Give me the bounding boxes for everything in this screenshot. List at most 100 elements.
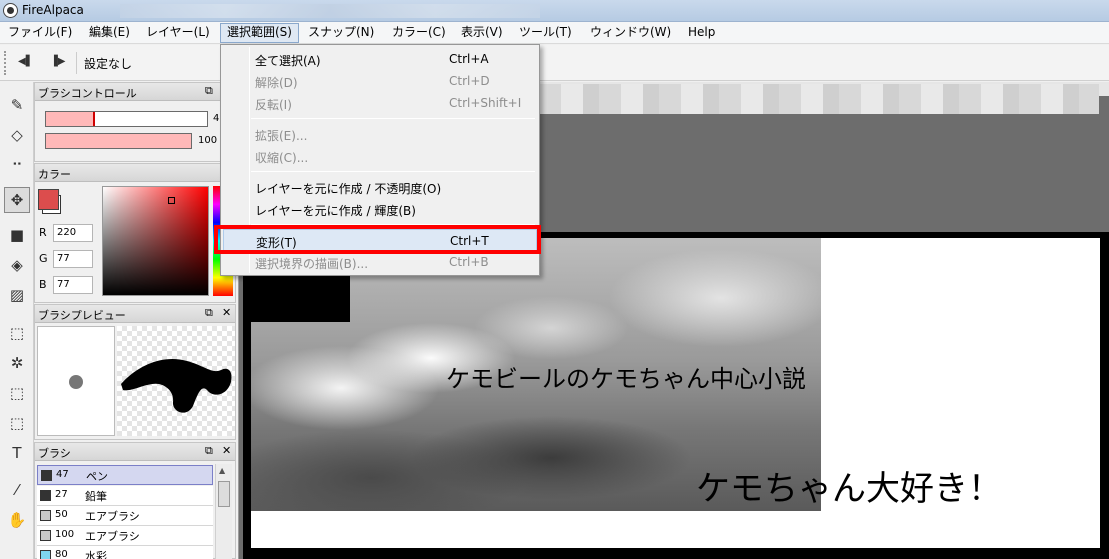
brush-opacity-slider[interactable] (45, 133, 192, 149)
app-title: FireAlpaca (22, 3, 84, 17)
r-label: R (39, 226, 47, 239)
eraser-icon[interactable]: ◇ (4, 122, 30, 148)
menu-view[interactable]: 表示(V) (455, 23, 509, 43)
fill-rect-icon[interactable]: ■ (4, 222, 30, 248)
brush-tip-preview (37, 326, 115, 436)
menu-edit[interactable]: 編集(E) (83, 23, 136, 43)
brush-item-watercolor[interactable]: 80 水彩 (37, 546, 213, 559)
menu-item-label: 解除(D) (255, 76, 298, 90)
pen-icon[interactable]: ✎ (4, 92, 30, 118)
panel-header: ブラシコントロール ⧉ (35, 83, 235, 101)
dot-icon[interactable]: ⠒ (4, 152, 30, 178)
tool-strip: ✎ ◇ ⠒ ✥ ■ ◈ ▨ ⬚ ✲ ⬚ ⬚ T ⁄ ✋ (0, 82, 34, 559)
magic-wand-icon[interactable]: ✲ (4, 350, 30, 376)
brush-item-pen[interactable]: 47 ペン (37, 465, 213, 485)
r-input[interactable]: 220 (53, 224, 93, 242)
brush-name: 水彩 (85, 550, 107, 559)
canvas[interactable]: ケモビールのケモちゃん中心小説 ケモちゃん大好き！ (251, 232, 1100, 548)
select-eraser-icon[interactable]: ⬚ (4, 410, 30, 436)
brush-stroke-shape (121, 358, 232, 413)
slider-fill (46, 112, 95, 126)
bucket-icon[interactable]: ◈ (4, 252, 30, 278)
close-icon[interactable]: ✕ (222, 444, 231, 457)
menu-item-label: 全て選択(A) (255, 54, 321, 68)
menu-item-label: 選択境界の描画(B)... (255, 257, 369, 271)
text-icon[interactable]: T (4, 440, 30, 466)
panel-header: ブラシプレビュー ⧉ ✕ (35, 305, 235, 323)
menu-select[interactable]: 選択範囲(S) (220, 23, 299, 43)
menu-item-shortcut: Ctrl+A (449, 52, 489, 66)
menu-file[interactable]: ファイル(F) (2, 23, 78, 43)
dock-icon[interactable]: ⧉ (205, 306, 213, 320)
brush-control-panel: ブラシコントロール ⧉ 4 100 (34, 82, 236, 162)
brush-preview-panel: ブラシプレビュー ⧉ ✕ (34, 304, 236, 440)
brush-item-airbrush-100[interactable]: 100 エアブラシ (37, 526, 213, 546)
setting-label[interactable]: 設定なし (84, 55, 132, 72)
menu-item-shortcut: Ctrl+D (449, 74, 490, 88)
close-icon[interactable]: ✕ (222, 306, 231, 319)
menu-item-deselect[interactable]: 解除(D) Ctrl+D (223, 70, 537, 92)
brush-list-scrollbar[interactable]: ▲ (215, 464, 232, 559)
toolbar-divider (76, 52, 77, 74)
brush-color-swatch (40, 550, 51, 559)
select-rect-icon[interactable]: ⬚ (4, 320, 30, 346)
brush-name: ペン (86, 470, 108, 483)
foreground-color-swatch[interactable] (38, 189, 59, 210)
prev-frame-icon[interactable]: ◀▌ (18, 55, 33, 69)
panel-title: ブラシコントロール (38, 87, 137, 100)
app-icon (3, 3, 18, 18)
canvas-text-title: ケモビールのケモちゃん中心小説 (446, 365, 806, 393)
brush-size-value: 4 (213, 113, 220, 124)
hand-icon[interactable]: ✋ (4, 507, 30, 533)
brush-color-swatch (40, 490, 51, 501)
menu-item-shrink[interactable]: 収縮(C)... (223, 145, 537, 167)
slider-knob[interactable] (93, 112, 96, 126)
menu-window[interactable]: ウィンドウ(W) (584, 23, 677, 43)
brush-size: 80 (55, 549, 68, 559)
brush-list-panel: ブラシ ⧉ ✕ 47 ペン 27 鉛筆 50 エアブラシ 100 エアブラシ 8… (34, 442, 236, 559)
next-frame-icon[interactable]: ▐▶ (50, 55, 65, 69)
brush-color-swatch (40, 510, 51, 521)
menu-item-expand[interactable]: 拡張(E)... (223, 123, 537, 145)
menu-color[interactable]: カラー(C) (386, 23, 452, 43)
dock-icon[interactable]: ⧉ (205, 84, 213, 98)
saturation-value-picker[interactable] (102, 186, 209, 296)
brush-size: 100 (55, 529, 75, 540)
eyedropper-icon[interactable]: ⁄ (4, 477, 30, 503)
move-icon[interactable]: ✥ (4, 187, 30, 213)
b-input[interactable]: 77 (53, 276, 93, 294)
color-picker-marker[interactable] (168, 197, 175, 204)
highlight-box (214, 225, 541, 254)
menu-help[interactable]: Help (682, 23, 721, 43)
brush-size: 50 (55, 509, 68, 520)
menu-item-draw-selection-border[interactable]: 選択境界の描画(B)... Ctrl+B (223, 251, 537, 273)
gradient-icon[interactable]: ▨ (4, 282, 30, 308)
menu-tool[interactable]: ツール(T) (513, 23, 578, 43)
menu-separator (251, 118, 535, 119)
select-pen-icon[interactable]: ⬚ (4, 380, 30, 406)
scrollbar-thumb[interactable] (218, 481, 230, 507)
menu-item-label: 収縮(C)... (255, 151, 309, 165)
panel-header: カラー (35, 164, 235, 182)
menu-layer[interactable]: レイヤー(L) (140, 23, 216, 43)
brush-size-slider[interactable] (45, 111, 208, 127)
menu-item-from-layer-luminance[interactable]: レイヤーを元に作成 / 輝度(B) (223, 198, 537, 220)
menu-item-from-layer-opacity[interactable]: レイヤーを元に作成 / 不透明度(O) (223, 176, 537, 198)
brush-item-pencil[interactable]: 27 鉛筆 (37, 486, 213, 506)
menu-item-invert[interactable]: 反転(I) Ctrl+Shift+I (223, 92, 537, 114)
title-bar: FireAlpaca (0, 0, 1109, 22)
menu-item-label: 反転(I) (255, 98, 292, 112)
menu-item-shortcut: Ctrl+B (449, 255, 489, 269)
brush-item-airbrush-50[interactable]: 50 エアブラシ (37, 506, 213, 526)
slider-fill (46, 134, 191, 148)
scroll-up-icon[interactable]: ▲ (219, 466, 225, 475)
dock-icon[interactable]: ⧉ (205, 444, 213, 458)
panel-title: ブラシプレビュー (38, 309, 126, 322)
brush-stroke-preview (117, 326, 235, 436)
toolbar-grip[interactable] (4, 51, 7, 75)
panel-title: カラー (38, 168, 71, 181)
menu-snap[interactable]: スナップ(N) (302, 23, 380, 43)
menu-item-select-all[interactable]: 全て選択(A) Ctrl+A (223, 48, 537, 70)
g-input[interactable]: 77 (53, 250, 93, 268)
menu-item-label: レイヤーを元に作成 / 不透明度(O) (255, 182, 442, 196)
